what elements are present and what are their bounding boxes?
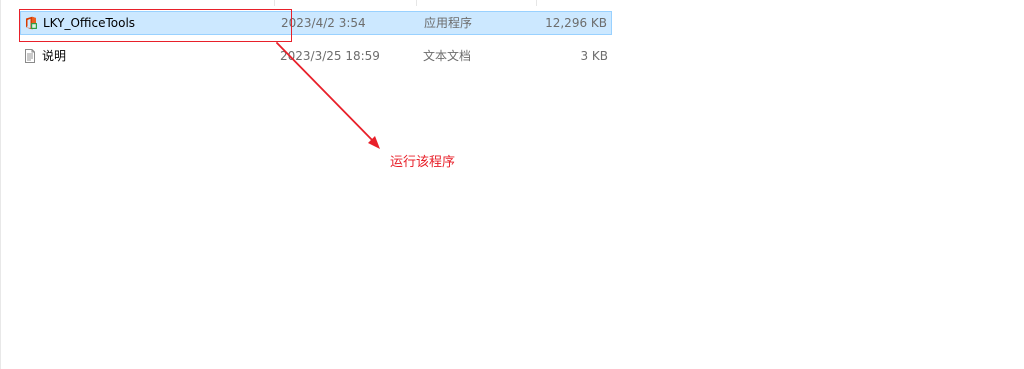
annotation-arrow — [276, 42, 380, 149]
annotation-label: 运行该程序 — [390, 155, 456, 170]
